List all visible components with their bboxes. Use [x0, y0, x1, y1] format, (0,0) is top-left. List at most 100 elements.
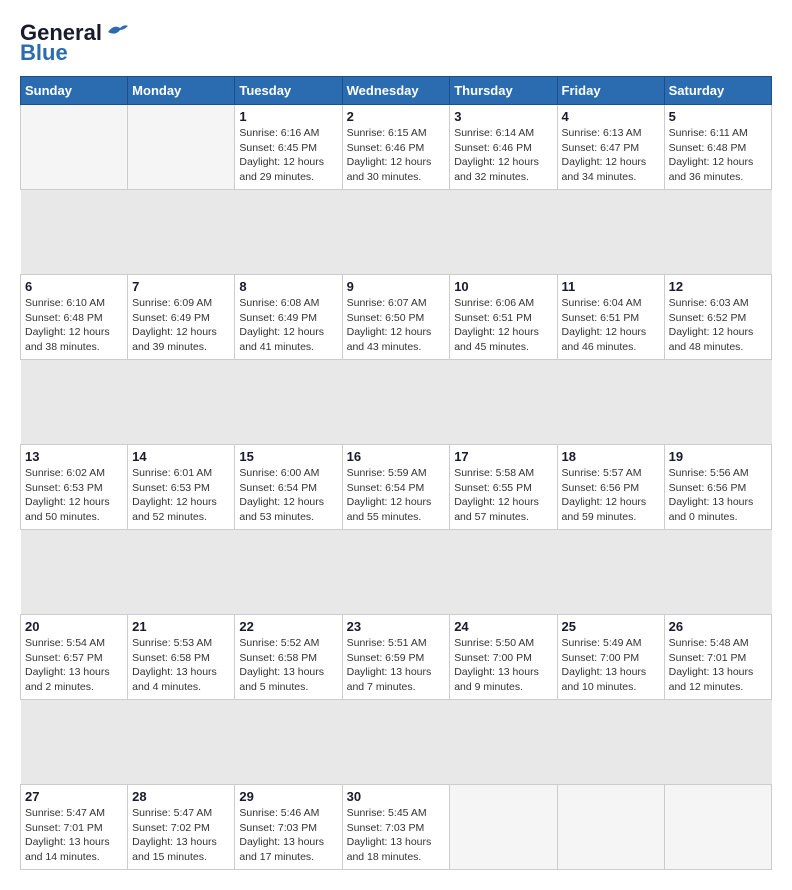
week-divider-cell [21, 530, 772, 615]
page-header: General Blue [20, 20, 772, 66]
calendar-day-cell [664, 785, 771, 870]
day-number: 8 [239, 279, 337, 294]
calendar-day-cell: 20 Sunrise: 5:54 AM Sunset: 6:57 PM Dayli… [21, 615, 128, 700]
day-number: 16 [347, 449, 446, 464]
day-number: 21 [132, 619, 230, 634]
calendar-day-cell: 29 Sunrise: 5:46 AM Sunset: 7:03 PM Dayli… [235, 785, 342, 870]
day-info: Sunrise: 6:07 AM Sunset: 6:50 PM Dayligh… [347, 296, 446, 355]
day-info: Sunrise: 6:01 AM Sunset: 6:53 PM Dayligh… [132, 466, 230, 525]
week-divider [21, 190, 772, 275]
day-number: 13 [25, 449, 123, 464]
weekday-header-sunday: Sunday [21, 77, 128, 105]
day-info: Sunrise: 6:03 AM Sunset: 6:52 PM Dayligh… [669, 296, 767, 355]
day-info: Sunrise: 6:16 AM Sunset: 6:45 PM Dayligh… [239, 126, 337, 185]
day-info: Sunrise: 5:45 AM Sunset: 7:03 PM Dayligh… [347, 806, 446, 865]
week-divider [21, 700, 772, 785]
day-info: Sunrise: 5:48 AM Sunset: 7:01 PM Dayligh… [669, 636, 767, 695]
day-number: 19 [669, 449, 767, 464]
calendar-day-cell: 28 Sunrise: 5:47 AM Sunset: 7:02 PM Dayli… [128, 785, 235, 870]
day-number: 12 [669, 279, 767, 294]
day-info: Sunrise: 5:50 AM Sunset: 7:00 PM Dayligh… [454, 636, 552, 695]
week-divider-cell [21, 360, 772, 445]
weekday-header-friday: Friday [557, 77, 664, 105]
calendar-day-cell: 12 Sunrise: 6:03 AM Sunset: 6:52 PM Dayli… [664, 275, 771, 360]
day-number: 17 [454, 449, 552, 464]
day-number: 23 [347, 619, 446, 634]
week-divider [21, 530, 772, 615]
calendar-week-row-1: 1 Sunrise: 6:16 AM Sunset: 6:45 PM Daylig… [21, 105, 772, 190]
day-number: 7 [132, 279, 230, 294]
calendar-day-cell: 26 Sunrise: 5:48 AM Sunset: 7:01 PM Dayli… [664, 615, 771, 700]
day-info: Sunrise: 5:53 AM Sunset: 6:58 PM Dayligh… [132, 636, 230, 695]
calendar-day-cell: 15Sunrise: 6:00 AM Sunset: 6:54 PM Dayli… [235, 445, 342, 530]
calendar-day-cell: 19 Sunrise: 5:56 AM Sunset: 6:56 PM Dayli… [664, 445, 771, 530]
calendar-day-cell: 1 Sunrise: 6:16 AM Sunset: 6:45 PM Daylig… [235, 105, 342, 190]
calendar-day-cell: 18Sunrise: 5:57 AM Sunset: 6:56 PM Dayli… [557, 445, 664, 530]
weekday-header-wednesday: Wednesday [342, 77, 450, 105]
calendar-day-cell: 2Sunrise: 6:15 AM Sunset: 6:46 PM Daylig… [342, 105, 450, 190]
day-info: Sunrise: 5:58 AM Sunset: 6:55 PM Dayligh… [454, 466, 552, 525]
weekday-header-tuesday: Tuesday [235, 77, 342, 105]
day-number: 25 [562, 619, 660, 634]
calendar-day-cell: 24 Sunrise: 5:50 AM Sunset: 7:00 PM Dayli… [450, 615, 557, 700]
day-info: Sunrise: 5:46 AM Sunset: 7:03 PM Dayligh… [239, 806, 337, 865]
calendar-day-cell: 11 Sunrise: 6:04 AM Sunset: 6:51 PM Dayli… [557, 275, 664, 360]
day-info: Sunrise: 6:09 AM Sunset: 6:49 PM Dayligh… [132, 296, 230, 355]
calendar-body: 1 Sunrise: 6:16 AM Sunset: 6:45 PM Daylig… [21, 105, 772, 870]
day-info: Sunrise: 6:06 AM Sunset: 6:51 PM Dayligh… [454, 296, 552, 355]
calendar-day-cell [557, 785, 664, 870]
day-info: Sunrise: 5:52 AM Sunset: 6:58 PM Dayligh… [239, 636, 337, 695]
day-number: 10 [454, 279, 552, 294]
day-number: 1 [239, 109, 337, 124]
day-info: Sunrise: 6:00 AM Sunset: 6:54 PM Dayligh… [239, 466, 337, 525]
weekday-header-row: SundayMondayTuesdayWednesdayThursdayFrid… [21, 77, 772, 105]
calendar-day-cell: 25 Sunrise: 5:49 AM Sunset: 7:00 PM Dayli… [557, 615, 664, 700]
day-number: 6 [25, 279, 123, 294]
logo: General Blue [20, 20, 128, 66]
week-divider-cell [21, 190, 772, 275]
day-info: Sunrise: 6:04 AM Sunset: 6:51 PM Dayligh… [562, 296, 660, 355]
calendar-day-cell: 5Sunrise: 6:11 AM Sunset: 6:48 PM Daylig… [664, 105, 771, 190]
weekday-header-saturday: Saturday [664, 77, 771, 105]
calendar-week-row-2: 6Sunrise: 6:10 AM Sunset: 6:48 PM Daylig… [21, 275, 772, 360]
weekday-header-monday: Monday [128, 77, 235, 105]
day-number: 20 [25, 619, 123, 634]
logo-blue: Blue [20, 40, 68, 66]
calendar-day-cell: 21 Sunrise: 5:53 AM Sunset: 6:58 PM Dayli… [128, 615, 235, 700]
calendar-day-cell: 17 Sunrise: 5:58 AM Sunset: 6:55 PM Dayli… [450, 445, 557, 530]
day-number: 14 [132, 449, 230, 464]
day-info: Sunrise: 6:02 AM Sunset: 6:53 PM Dayligh… [25, 466, 123, 525]
calendar-day-cell [128, 105, 235, 190]
day-number: 24 [454, 619, 552, 634]
day-info: Sunrise: 5:47 AM Sunset: 7:02 PM Dayligh… [132, 806, 230, 865]
calendar-week-row-3: 13 Sunrise: 6:02 AM Sunset: 6:53 PM Dayli… [21, 445, 772, 530]
calendar-day-cell: 22Sunrise: 5:52 AM Sunset: 6:58 PM Dayli… [235, 615, 342, 700]
day-number: 27 [25, 789, 123, 804]
day-info: Sunrise: 5:47 AM Sunset: 7:01 PM Dayligh… [25, 806, 123, 865]
day-number: 11 [562, 279, 660, 294]
calendar-day-cell [450, 785, 557, 870]
calendar-table: SundayMondayTuesdayWednesdayThursdayFrid… [20, 76, 772, 870]
day-number: 26 [669, 619, 767, 634]
calendar-week-row-4: 20 Sunrise: 5:54 AM Sunset: 6:57 PM Dayli… [21, 615, 772, 700]
calendar-day-cell [21, 105, 128, 190]
calendar-day-cell: 23 Sunrise: 5:51 AM Sunset: 6:59 PM Dayli… [342, 615, 450, 700]
day-number: 29 [239, 789, 337, 804]
day-info: Sunrise: 6:08 AM Sunset: 6:49 PM Dayligh… [239, 296, 337, 355]
calendar-day-cell: 13 Sunrise: 6:02 AM Sunset: 6:53 PM Dayli… [21, 445, 128, 530]
day-info: Sunrise: 5:49 AM Sunset: 7:00 PM Dayligh… [562, 636, 660, 695]
calendar-day-cell: 6Sunrise: 6:10 AM Sunset: 6:48 PM Daylig… [21, 275, 128, 360]
calendar-day-cell: 9Sunrise: 6:07 AM Sunset: 6:50 PM Daylig… [342, 275, 450, 360]
day-number: 2 [347, 109, 446, 124]
day-info: Sunrise: 6:13 AM Sunset: 6:47 PM Dayligh… [562, 126, 660, 185]
day-number: 28 [132, 789, 230, 804]
day-number: 30 [347, 789, 446, 804]
day-info: Sunrise: 5:56 AM Sunset: 6:56 PM Dayligh… [669, 466, 767, 525]
calendar-day-cell: 10 Sunrise: 6:06 AM Sunset: 6:51 PM Dayli… [450, 275, 557, 360]
week-divider [21, 360, 772, 445]
calendar-day-cell: 30 Sunrise: 5:45 AM Sunset: 7:03 PM Dayli… [342, 785, 450, 870]
calendar-day-cell: 16Sunrise: 5:59 AM Sunset: 6:54 PM Dayli… [342, 445, 450, 530]
day-info: Sunrise: 5:54 AM Sunset: 6:57 PM Dayligh… [25, 636, 123, 695]
day-info: Sunrise: 5:51 AM Sunset: 6:59 PM Dayligh… [347, 636, 446, 695]
calendar-day-cell: 4Sunrise: 6:13 AM Sunset: 6:47 PM Daylig… [557, 105, 664, 190]
